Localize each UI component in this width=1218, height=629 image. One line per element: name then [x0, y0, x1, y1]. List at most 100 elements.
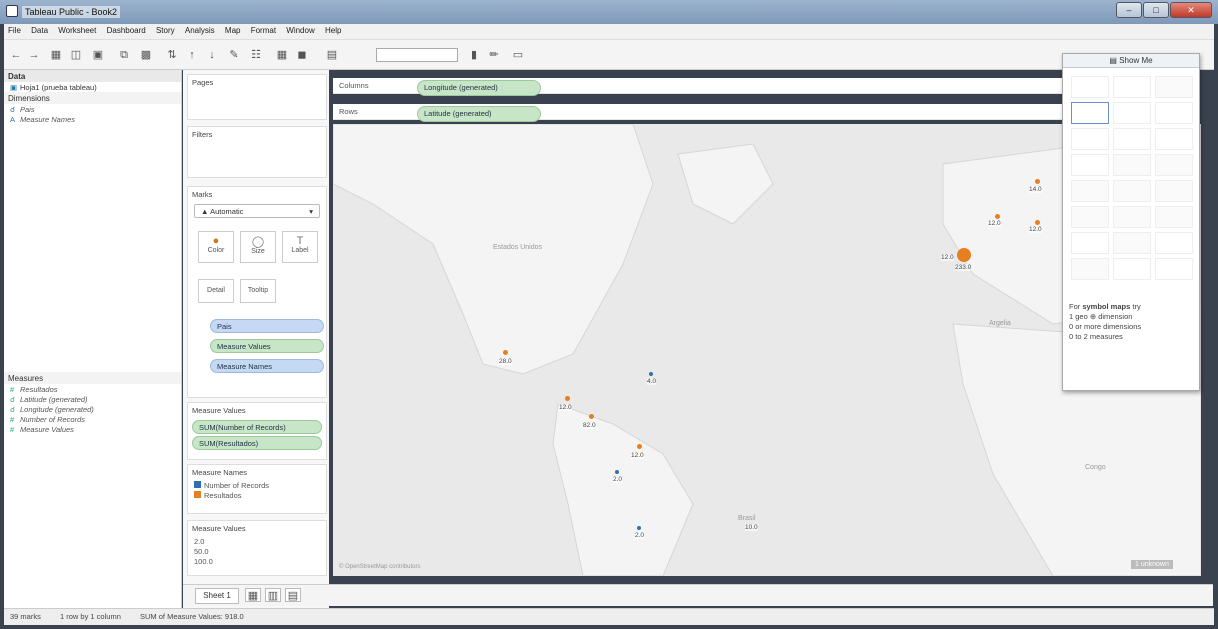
treemap-option[interactable] [1071, 154, 1109, 176]
menu-window[interactable]: Window [282, 24, 318, 37]
map-mark[interactable] [1035, 220, 1040, 225]
menu-format[interactable]: Format [247, 24, 280, 37]
filled-map-option[interactable] [1113, 102, 1151, 124]
packed-bubbles-option[interactable] [1155, 258, 1193, 280]
color-button[interactable]: ● Color [198, 231, 234, 263]
duplicate-icon[interactable]: ⧉ [116, 48, 132, 62]
highlight-icon[interactable]: ✎ [226, 48, 242, 62]
side-by-side-circles-option[interactable] [1155, 154, 1193, 176]
measure-field-longitude[interactable]: ☌ Longitude (generated) [4, 404, 181, 414]
dual-lines-option[interactable] [1155, 180, 1193, 202]
menu-worksheet[interactable]: Worksheet [54, 24, 100, 37]
menu-map[interactable]: Map [221, 24, 245, 37]
measure-field-latitude[interactable]: ☌ Latitude (generated) [4, 394, 181, 404]
pill-longitude[interactable]: Longitude (generated) [417, 80, 541, 96]
bullet-graph-option[interactable] [1113, 258, 1151, 280]
show-me-title[interactable]: ▤ Show Me [1063, 54, 1199, 68]
pill-measure-names[interactable]: Measure Names [210, 359, 324, 373]
filters-shelf[interactable]: Filters [187, 126, 327, 178]
map-mark[interactable] [503, 350, 508, 355]
label-button[interactable]: T Label [282, 231, 318, 263]
map-mark[interactable] [615, 470, 619, 474]
menu-analysis[interactable]: Analysis [181, 24, 219, 37]
circle-views-option[interactable] [1113, 154, 1151, 176]
measure-field-measure-values[interactable]: # Measure Values [4, 424, 181, 434]
box-plot-option[interactable] [1155, 232, 1193, 254]
map-mark[interactable] [589, 414, 594, 419]
scatter-plot-option[interactable] [1071, 232, 1109, 254]
chart-icon[interactable]: ▤ [324, 48, 340, 62]
new-dashboard-icon[interactable]: ▥ [265, 588, 281, 602]
pill-sum-resultados[interactable]: SUM(Resultados) [192, 436, 322, 450]
discrete-lines-option[interactable] [1113, 180, 1151, 202]
map-mark[interactable] [637, 444, 642, 449]
present-icon[interactable]: ▭ [510, 48, 526, 62]
annotate-icon[interactable]: ✏ [486, 48, 502, 62]
measure-field-number-of-records[interactable]: # Number of Records [4, 414, 181, 424]
datasource-item[interactable]: ▣ Hoja1 (prueba tableau) [4, 82, 181, 92]
dimension-field-pais[interactable]: ☌ Pais [4, 104, 181, 114]
histogram-option[interactable] [1113, 232, 1151, 254]
dimension-field-measure-names[interactable]: A Measure Names [4, 114, 181, 124]
map-mark[interactable] [995, 214, 1000, 219]
label-icon[interactable]: ▦ [274, 48, 290, 62]
menu-file[interactable]: File [4, 24, 25, 37]
map-mark[interactable] [1035, 179, 1040, 184]
symbol-map-option[interactable] [1071, 102, 1109, 124]
detail-button[interactable]: Detail [198, 279, 234, 303]
tooltip-button[interactable]: Tooltip [240, 279, 276, 303]
back-icon[interactable]: ← [8, 48, 24, 62]
pill-measure-values[interactable]: Measure Values [210, 339, 324, 353]
map-mark[interactable] [637, 526, 641, 530]
tab-sheet-1[interactable]: Sheet 1 [195, 588, 239, 604]
minimize-button[interactable]: – [1116, 2, 1142, 18]
heat-map-option[interactable] [1113, 76, 1151, 98]
menu-help[interactable]: Help [321, 24, 345, 37]
size-button[interactable]: ◯ Size [240, 231, 276, 263]
pill-latitude[interactable]: Latitude (generated) [417, 106, 541, 122]
new-worksheet-icon[interactable]: ▣ [90, 48, 106, 62]
gantt-option[interactable] [1071, 258, 1109, 280]
map-mark[interactable] [957, 248, 971, 262]
forward-icon[interactable]: → [26, 48, 42, 62]
rows-shelf[interactable]: Rows Latitude (generated) [333, 104, 1063, 122]
sort-asc-icon[interactable]: ↑ [184, 48, 200, 62]
legend-item-resultados[interactable]: Resultados [188, 490, 326, 500]
horizontal-bars-option[interactable] [1071, 128, 1109, 150]
menu-story[interactable]: Story [152, 24, 179, 37]
fix-axes-icon[interactable]: ◼ [294, 48, 310, 62]
pill-pais[interactable]: Pais [210, 319, 324, 333]
stacked-bars-option[interactable] [1113, 128, 1151, 150]
fit-select[interactable] [376, 48, 458, 62]
mark-type-dropdown[interactable]: ▲ Automatic ▾ [194, 204, 320, 218]
pie-chart-option[interactable] [1155, 102, 1193, 124]
close-button[interactable]: ✕ [1170, 2, 1212, 18]
columns-shelf[interactable]: Columns Longitude (generated) [333, 78, 1063, 96]
pin-icon[interactable]: ▮ [466, 48, 482, 62]
menu-dashboard[interactable]: Dashboard [103, 24, 150, 37]
continuous-lines-option[interactable] [1071, 180, 1109, 202]
new-story-icon[interactable]: ▤ [285, 588, 301, 602]
text-table-option[interactable] [1071, 76, 1109, 98]
maximize-button[interactable]: □ [1143, 2, 1169, 18]
map-mark[interactable] [649, 372, 653, 376]
pages-shelf[interactable]: Pages [187, 74, 327, 120]
swap-icon[interactable]: ⇅ [164, 48, 180, 62]
unknown-indicator[interactable]: 1 unknown [1131, 560, 1173, 569]
save-icon[interactable]: ▦ [48, 48, 64, 62]
map-mark[interactable] [565, 396, 570, 401]
datasource-icon[interactable]: ◫ [68, 48, 84, 62]
new-worksheet-icon[interactable]: ▦ [245, 588, 261, 602]
area-continuous-option[interactable] [1071, 206, 1109, 228]
clear-icon[interactable]: ▩ [138, 48, 154, 62]
highlight-table-option[interactable] [1155, 76, 1193, 98]
side-by-side-bars-option[interactable] [1155, 128, 1193, 150]
measure-field-resultados[interactable]: # Resultados [4, 384, 181, 394]
legend-item-number-of-records[interactable]: Number of Records [188, 480, 326, 490]
area-discrete-option[interactable] [1113, 206, 1151, 228]
menu-data[interactable]: Data [27, 24, 52, 37]
sort-desc-icon[interactable]: ↓ [204, 48, 220, 62]
group-icon[interactable]: ☷ [248, 48, 264, 62]
pill-sum-number-of-records[interactable]: SUM(Number of Records) [192, 420, 322, 434]
dual-combination-option[interactable] [1155, 206, 1193, 228]
